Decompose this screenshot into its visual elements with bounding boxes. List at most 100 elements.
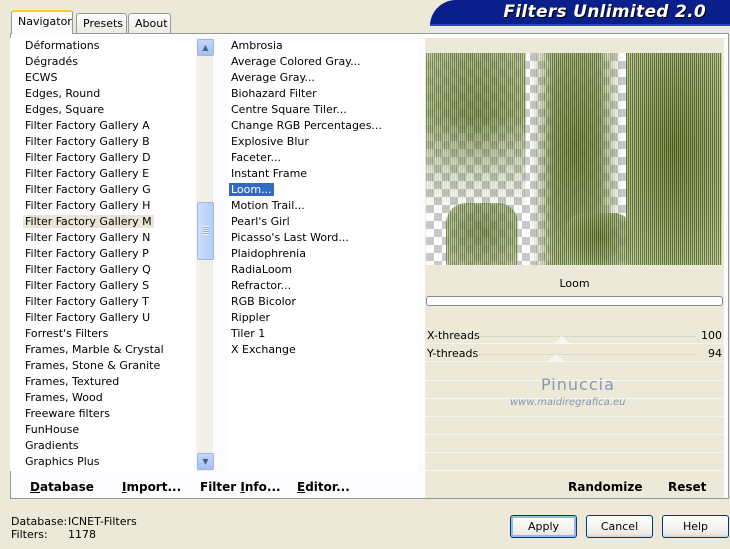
filter-item[interactable]: Refractor... (228, 278, 418, 294)
category-item-label: Filter Factory Gallery D (25, 151, 151, 164)
filter-item-label: Rippler (231, 311, 271, 324)
category-item[interactable]: Filter Factory Gallery D (10, 150, 194, 166)
filter-item[interactable]: Explosive Blur (228, 134, 418, 150)
filter-item[interactable]: Instant Frame (228, 166, 418, 182)
editor-button[interactable]: Editor... (297, 480, 350, 494)
category-item[interactable]: Edges, Round (10, 86, 194, 102)
filter-item[interactable]: Plaidophrenia (228, 246, 418, 262)
reset-button[interactable]: Reset (668, 480, 706, 494)
randomize-button[interactable]: Randomize (568, 480, 642, 494)
slider-track[interactable] (475, 354, 696, 355)
filter-item-label: Picasso's Last Word... (231, 231, 349, 244)
slider-thumb[interactable] (552, 336, 571, 344)
category-item-label: Frames, Marble & Crystal (25, 343, 164, 356)
scrollbar-thumb[interactable] (197, 202, 214, 260)
category-item[interactable]: Gradients (10, 438, 194, 454)
category-item-label: ECWS (25, 71, 58, 84)
category-item-label: Filter Factory Gallery H (25, 199, 151, 212)
filter-item-label: Instant Frame (231, 167, 308, 180)
chevron-down-icon[interactable]: ▼ (197, 453, 214, 470)
category-item[interactable]: Filter Factory Gallery T (10, 294, 194, 310)
category-item-label: Freeware filters (25, 407, 110, 420)
category-item[interactable]: Filter Factory Gallery U (10, 310, 194, 326)
filter-list[interactable]: Ambrosia Average Colored Gray... Average G… (228, 38, 418, 471)
category-item[interactable]: Frames, Textured (10, 374, 194, 390)
filter-item[interactable]: Average Gray... (228, 70, 418, 86)
import-button[interactable]: Import... (122, 480, 181, 494)
category-item[interactable]: Filter Factory Gallery B (10, 134, 194, 150)
empty-param-row (425, 436, 724, 453)
slider-track[interactable] (475, 336, 696, 337)
filter-item-label: Average Colored Gray... (231, 55, 361, 68)
category-item[interactable]: ECWS (10, 70, 194, 86)
category-list[interactable]: Déformations Dégradés ECWS Edges, Round Edge… (10, 38, 194, 471)
chevron-up-icon[interactable]: ▲ (197, 39, 214, 56)
filter-item[interactable]: Motion Trail... (228, 198, 418, 214)
tab-presets[interactable]: Presets (76, 13, 127, 33)
category-item[interactable]: Graphics Plus (10, 454, 194, 470)
filter-item[interactable]: Tiler 1 (228, 326, 418, 342)
category-item[interactable]: Frames, Marble & Crystal (10, 342, 194, 358)
category-item[interactable]: Filter Factory Gallery H (10, 198, 194, 214)
category-item-label: Filter Factory Gallery A (25, 119, 150, 132)
filter-item[interactable]: Centre Square Tiler... (228, 102, 418, 118)
category-scrollbar[interactable]: ▲ ▼ (196, 38, 214, 471)
category-item[interactable]: Freeware filters (10, 406, 194, 422)
slider-x-threads[interactable]: X-threads 100 (425, 328, 724, 344)
filter-item[interactable]: Ambrosia (228, 38, 418, 54)
empty-param-row (425, 454, 724, 471)
category-item[interactable]: Filter Factory Gallery S (10, 278, 194, 294)
filter-item-label: X Exchange (231, 343, 296, 356)
watermark-site: www.maidiregrafica.eu (510, 397, 626, 408)
category-item[interactable]: Frames, Stone & Granite (10, 358, 194, 374)
category-item[interactable]: Forrest's Filters (10, 326, 194, 342)
filter-item[interactable]: Loom... (228, 182, 418, 198)
filter-item[interactable]: RGB Bicolor (228, 294, 418, 310)
category-item[interactable]: Déformations (10, 38, 194, 54)
slider-y-threads[interactable]: Y-threads 94 (425, 346, 724, 362)
category-item[interactable]: Filter Factory Gallery M (10, 214, 194, 230)
category-item-label: Gradients (25, 439, 79, 452)
filter-item[interactable]: Pearl's Girl (228, 214, 418, 230)
filter-item-label: Biohazard Filter (231, 87, 317, 100)
slider-thumb[interactable] (547, 354, 566, 362)
category-item[interactable]: Filter Factory Gallery A (10, 118, 194, 134)
tab-about[interactable]: About (128, 13, 171, 33)
filter-item-label: Refractor... (231, 279, 292, 292)
category-item[interactable]: Dégradés (10, 54, 194, 70)
filter-item[interactable]: Picasso's Last Word... (228, 230, 418, 246)
category-item-label: Filter Factory Gallery B (25, 135, 150, 148)
filter-info-button[interactable]: Filter Info... (200, 480, 281, 494)
category-item[interactable]: Filter Factory Gallery P (10, 246, 194, 262)
category-item[interactable]: Filter Factory Gallery Q (10, 262, 194, 278)
database-button[interactable]: Database (30, 480, 94, 494)
filter-item[interactable]: Faceter... (228, 150, 418, 166)
category-item-label: Filter Factory Gallery P (25, 247, 149, 260)
filter-item-label: Ambrosia (231, 39, 283, 52)
filter-item-label: Loom... (228, 182, 275, 197)
filter-item[interactable]: Average Colored Gray... (228, 54, 418, 70)
category-item-label: Filter Factory Gallery N (25, 231, 151, 244)
category-item[interactable]: Frames, Wood (10, 390, 194, 406)
progress-bar (426, 296, 723, 306)
help-button[interactable]: Help (662, 515, 729, 538)
category-item[interactable]: Filter Factory Gallery E (10, 166, 194, 182)
apply-button[interactable]: Apply (510, 515, 577, 538)
filter-item[interactable]: Rippler (228, 310, 418, 326)
filter-item[interactable]: Change RGB Percentages... (228, 118, 418, 134)
category-item[interactable]: Filter Factory Gallery N (10, 230, 194, 246)
filter-item[interactable]: X Exchange (228, 342, 418, 358)
cancel-button[interactable]: Cancel (586, 515, 653, 538)
filter-item[interactable]: Biohazard Filter (228, 86, 418, 102)
category-item[interactable]: Edges, Square (10, 102, 194, 118)
param-value: 100 (701, 329, 722, 342)
tab-navigator[interactable]: Navigator (11, 10, 73, 34)
mnemonic: D (30, 480, 40, 494)
category-item-label: Filter Factory Gallery M (23, 215, 154, 228)
filter-item[interactable]: RadiaLoom (228, 262, 418, 278)
filters-count-label: Filters: (11, 528, 48, 541)
watermark-name: Pinuccia (541, 375, 615, 394)
category-item[interactable]: Filter Factory Gallery G (10, 182, 194, 198)
category-item[interactable]: FunHouse (10, 422, 194, 438)
param-label: X-threads (427, 329, 480, 342)
